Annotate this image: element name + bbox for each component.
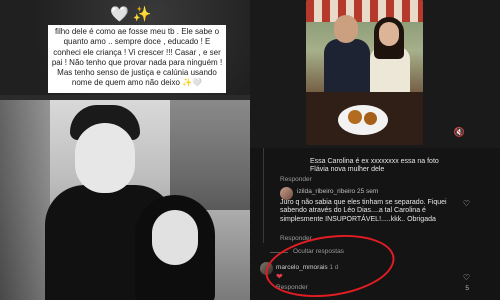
like-count: 5 (465, 285, 469, 292)
photo-woman (368, 17, 410, 92)
comment-text: Juro q não sabia que eles tinham se sepa… (280, 199, 447, 223)
comment-time: 25 sem (356, 188, 379, 195)
couple-photo[interactable] (306, 0, 423, 145)
story-emojis: 🤍✨ (110, 5, 156, 23)
username[interactable]: izilda_ribeiro_ribeiro (297, 188, 355, 195)
comment-username[interactable]: izilda_ribeiro_ribeiro 25 sem (297, 188, 378, 195)
background-people (170, 100, 250, 210)
post-media-area: 🔇 (250, 0, 500, 150)
comments-section: Essa Carolina é ex xxxxxxxx essa na foto… (250, 148, 500, 300)
like-heart-icon[interactable]: ♡ (463, 199, 470, 208)
mute-icon[interactable]: 🔇 (454, 128, 465, 138)
story-text-box: filho dele é como ae fosse meu tb . Ele … (48, 25, 226, 93)
comment-text: Essa Carolina é ex xxxxxxxx essa na foto… (310, 158, 439, 174)
reply-link[interactable]: Responder (280, 176, 312, 183)
plate (338, 105, 388, 135)
food-item (348, 110, 362, 124)
post-pane: 🔇 Essa Carolina é ex xxxxxxxx essa na fo… (250, 0, 500, 300)
thread-line (263, 148, 264, 243)
background-tree (0, 100, 50, 300)
woman-figure (130, 195, 220, 300)
story-pane: 🤍✨ filho dele é como ae fosse meu tb . E… (0, 0, 250, 300)
photo-man (324, 15, 370, 94)
food-item (364, 112, 377, 125)
story-photo (0, 100, 250, 300)
story-card: 🤍✨ filho dele é como ae fosse meu tb . E… (0, 0, 250, 95)
like-heart-icon[interactable]: ♡ (463, 273, 470, 282)
